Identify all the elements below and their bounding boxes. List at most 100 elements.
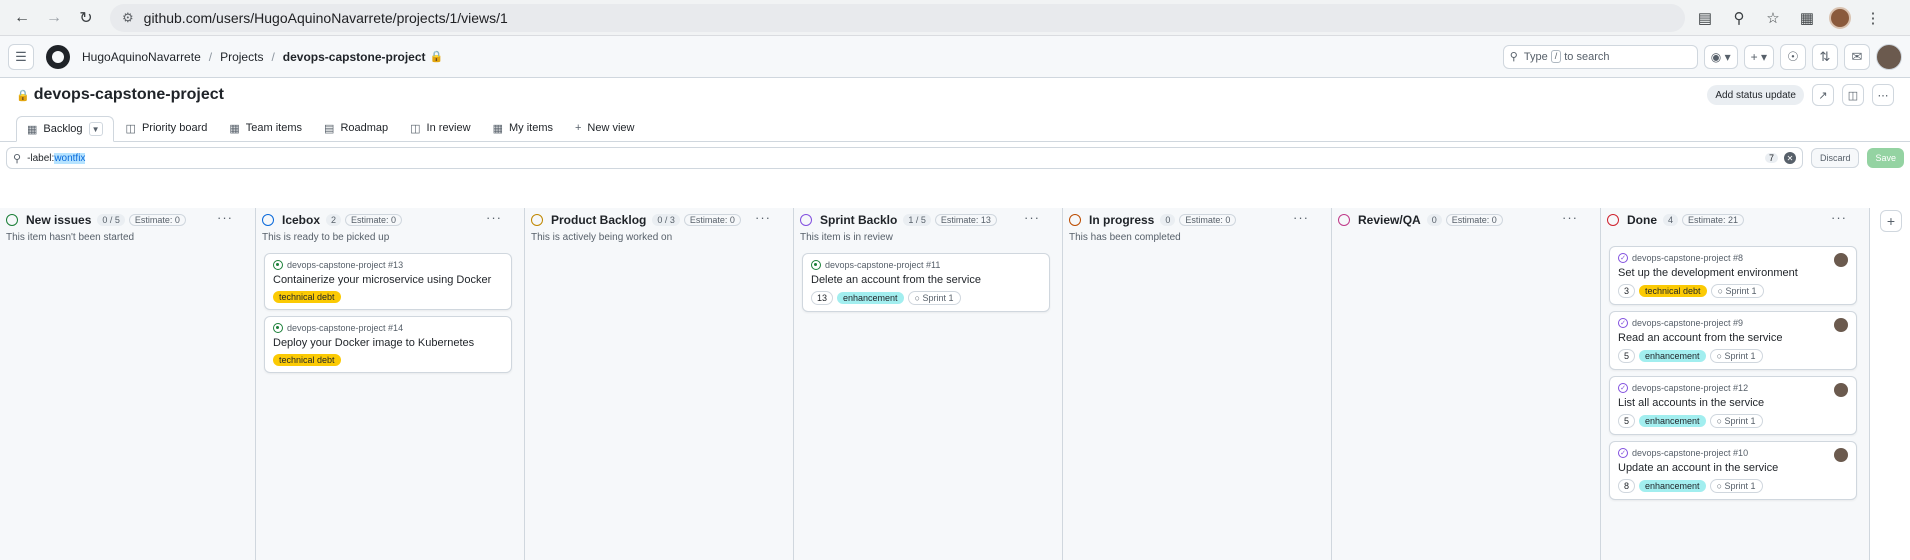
column-estimate: Estimate: 0 bbox=[683, 214, 741, 226]
bookmark-star-icon[interactable]: ☆ bbox=[1761, 6, 1785, 30]
forward-icon[interactable]: → bbox=[40, 4, 68, 32]
zoom-icon[interactable]: ⚲ bbox=[1727, 6, 1751, 30]
column-menu-icon[interactable]: ··· bbox=[486, 210, 502, 225]
iteration-icon: ○ bbox=[1717, 286, 1726, 296]
label-badge[interactable]: technical debt bbox=[273, 354, 341, 366]
issue-card[interactable]: ✓ devops-capstone-project #10 Update an ac… bbox=[1609, 441, 1857, 500]
label-badge[interactable]: enhancement bbox=[1639, 415, 1706, 427]
filter-input[interactable]: ⚲ -label: wontfix 7 ✕ bbox=[6, 147, 1803, 169]
board-column: Done 4 Estimate: 21 ··· ✓ devops-capstone-pro… bbox=[1601, 208, 1870, 560]
address-bar[interactable]: ⚙ github.com/users/HugoAquinoNavarrete/p… bbox=[110, 3, 1685, 32]
table-icon: ▦ bbox=[229, 122, 240, 135]
back-icon[interactable]: ← bbox=[8, 4, 36, 32]
label-badge[interactable]: enhancement bbox=[1639, 350, 1706, 362]
insights-icon[interactable]: ↗ bbox=[1812, 84, 1834, 106]
issue-card[interactable]: ✓ devops-capstone-project #12 List all acc… bbox=[1609, 376, 1857, 435]
issue-card[interactable]: devops-capstone-project #11 Delete an acc… bbox=[802, 253, 1050, 312]
assignee-avatar[interactable] bbox=[1834, 318, 1848, 332]
assignee-avatar[interactable] bbox=[1834, 253, 1848, 267]
tab-my-items[interactable]: ▦ My items bbox=[483, 115, 563, 141]
label-badge[interactable]: enhancement bbox=[837, 292, 904, 304]
hamburger-menu-icon[interactable]: ☰ bbox=[8, 43, 34, 70]
inbox-icon[interactable]: ✉ bbox=[1844, 43, 1870, 70]
column-menu-icon[interactable]: ··· bbox=[755, 210, 771, 225]
issue-card[interactable]: devops-capstone-project #13 Containerize … bbox=[264, 253, 512, 310]
column-menu-icon[interactable]: ··· bbox=[1293, 210, 1309, 225]
assignee-avatar[interactable] bbox=[1834, 448, 1848, 462]
column-count-badge: 4 bbox=[1663, 214, 1679, 226]
save-button[interactable]: Save bbox=[1867, 148, 1904, 168]
card-title[interactable]: Set up the development environment bbox=[1618, 267, 1848, 279]
closed-issue-icon: ✓ bbox=[1618, 253, 1628, 263]
chevron-down-icon[interactable]: ▼ bbox=[88, 122, 103, 136]
sprint-label: Sprint 1 bbox=[1724, 351, 1756, 361]
open-issue-icon bbox=[273, 323, 283, 333]
user-avatar[interactable] bbox=[1876, 43, 1902, 70]
column-menu-icon[interactable]: ··· bbox=[1831, 210, 1847, 225]
discard-button[interactable]: Discard bbox=[1810, 148, 1860, 168]
search-icon: ⚲ bbox=[1509, 51, 1518, 63]
card-title[interactable]: Deploy your Docker image to Kubernetes bbox=[273, 337, 503, 349]
sprint-badge[interactable]: ○ Sprint 1 bbox=[1709, 349, 1763, 363]
add-status-update-button[interactable]: Add status update bbox=[1707, 85, 1804, 105]
sprint-badge[interactable]: ○ Sprint 1 bbox=[907, 291, 961, 305]
status-circle-icon bbox=[531, 214, 543, 226]
extensions-icon[interactable]: ▦ bbox=[1795, 6, 1819, 30]
tab-team-items[interactable]: ▦ Team items bbox=[219, 115, 312, 141]
label-badge[interactable]: technical debt bbox=[1639, 285, 1707, 297]
column-header: Done 4 Estimate: 21 bbox=[1607, 208, 1869, 232]
pull-requests-icon[interactable]: ⇅ bbox=[1812, 43, 1838, 70]
sprint-badge[interactable]: ○ Sprint 1 bbox=[1709, 479, 1763, 493]
issue-card[interactable]: ✓ devops-capstone-project #8 Set up the de… bbox=[1609, 246, 1857, 305]
status-circle-icon bbox=[6, 214, 18, 226]
breadcrumb-project[interactable]: devops-capstone-project bbox=[283, 50, 426, 64]
github-logo-icon[interactable] bbox=[46, 44, 70, 69]
create-new-button[interactable]: + ▾ bbox=[1743, 44, 1774, 69]
card-title[interactable]: Delete an account from the service bbox=[811, 274, 1041, 286]
tab-backlog[interactable]: ▦ Backlog ▼ bbox=[16, 116, 114, 142]
install-app-icon[interactable]: ▤ bbox=[1693, 6, 1717, 30]
estimate-badge: 5 bbox=[1618, 349, 1636, 363]
label-badge[interactable]: enhancement bbox=[1639, 480, 1706, 492]
column-menu-icon[interactable]: ··· bbox=[1024, 210, 1040, 225]
reload-icon[interactable]: ↻ bbox=[72, 4, 100, 32]
assignee-avatar[interactable] bbox=[1834, 383, 1848, 397]
issues-icon[interactable]: ☉ bbox=[1780, 43, 1806, 70]
open-issue-icon bbox=[273, 260, 283, 270]
closed-issue-icon: ✓ bbox=[1618, 448, 1628, 458]
card-title[interactable]: List all accounts in the service bbox=[1618, 397, 1848, 409]
side-panel-icon[interactable]: ◫ bbox=[1842, 84, 1864, 106]
tab-roadmap[interactable]: ▤ Roadmap bbox=[314, 115, 398, 141]
breadcrumb-user[interactable]: HugoAquinoNavarrete bbox=[82, 50, 201, 64]
board-icon: ◫ bbox=[410, 122, 421, 135]
card-title[interactable]: Containerize your microservice using Doc… bbox=[273, 274, 503, 286]
column-menu-icon[interactable]: ··· bbox=[217, 210, 233, 225]
card-title[interactable]: Read an account from the service bbox=[1618, 332, 1848, 344]
filter-row: ⚲ -label: wontfix 7 ✕ Discard Save bbox=[0, 142, 1910, 174]
more-options-icon[interactable]: ⋯ bbox=[1872, 84, 1894, 106]
add-column-button[interactable]: + bbox=[1880, 210, 1902, 232]
sprint-badge[interactable]: ○ Sprint 1 bbox=[1709, 414, 1763, 428]
site-info-icon[interactable]: ⚙ bbox=[122, 10, 134, 26]
card-ref-text: devops-capstone-project #13 bbox=[287, 260, 404, 270]
breadcrumb-projects[interactable]: Projects bbox=[220, 50, 263, 64]
plus-icon: + bbox=[574, 122, 582, 134]
label-badge[interactable]: technical debt bbox=[273, 291, 341, 303]
search-input[interactable]: ⚲ Type / to search bbox=[1502, 44, 1698, 69]
column-count-badge: 1 / 5 bbox=[903, 214, 931, 226]
new-view-button[interactable]: + New view bbox=[565, 115, 645, 141]
column-menu-icon[interactable]: ··· bbox=[1562, 210, 1578, 225]
column-count-badge: 0 / 3 bbox=[652, 214, 680, 226]
browser-profile-avatar[interactable] bbox=[1829, 6, 1851, 29]
card-ref-text: devops-capstone-project #11 bbox=[825, 260, 941, 270]
browser-menu-icon[interactable]: ⋮ bbox=[1861, 6, 1885, 30]
clear-filter-icon[interactable]: ✕ bbox=[1783, 152, 1796, 164]
sprint-badge[interactable]: ○ Sprint 1 bbox=[1710, 284, 1764, 298]
copilot-button[interactable]: ◉ ▾ bbox=[1703, 44, 1738, 69]
issue-card[interactable]: devops-capstone-project #14 Deploy your D… bbox=[264, 316, 512, 373]
card-title[interactable]: Update an account in the service bbox=[1618, 462, 1848, 474]
estimate-badge: 5 bbox=[1618, 414, 1636, 428]
tab-in-review[interactable]: ◫ In review bbox=[400, 115, 480, 141]
issue-card[interactable]: ✓ devops-capstone-project #9 Read an accou… bbox=[1609, 311, 1857, 370]
tab-priority-board[interactable]: ◫ Priority board bbox=[116, 115, 218, 141]
